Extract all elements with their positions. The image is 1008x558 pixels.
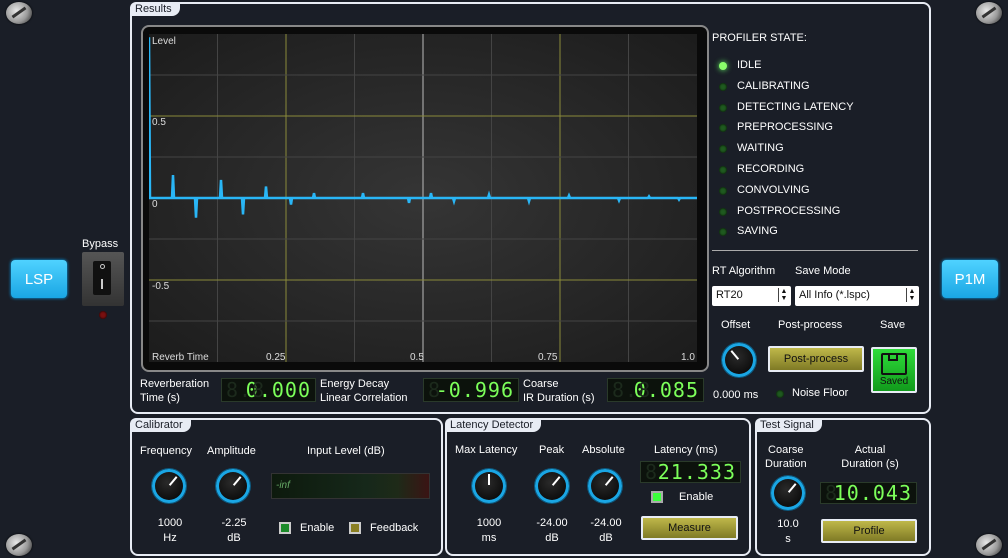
rt-algorithm-label: RT Algorithm [712,265,776,277]
input-level-value: -inf [276,480,290,491]
input-level-label: Input Level (dB) [307,445,385,457]
latency-ms-label: Latency (ms) [654,444,718,456]
results-title: Results [130,2,180,16]
amplitude-label: Amplitude [207,445,256,457]
y-tick-0: 0 [152,199,158,210]
offset-label: Offset [721,319,751,331]
state-label-recording: RECORDING [737,163,805,175]
save-button[interactable]: Saved [871,347,917,393]
frequency-label: Frequency [140,445,192,457]
latency-enable-label: Enable [679,491,714,503]
state-led-detecting-latency [719,103,727,112]
ir-duration-display: 8.8 0.085 [607,378,704,402]
calibrator-title: Calibrator [130,418,191,432]
peak-knob[interactable] [535,469,569,503]
state-label-postprocessing: POSTPROCESSING [737,204,841,217]
x-tick-0-75: 0.75 [538,352,558,362]
coarse-duration-label: Coarse Duration [765,444,807,470]
calibrator-enable-checkbox[interactable] [279,522,291,534]
feedback-label: Feedback [370,522,419,534]
state-label-convolving: CONVOLVING [737,183,810,196]
save-mode-label: Save Mode [795,265,851,277]
noise-floor-led [776,390,784,398]
test-signal-title: Test Signal [755,418,822,432]
state-led-postprocessing [719,207,727,216]
peak-value: -24.00 dB [536,517,568,544]
x-tick-0-25: 0.25 [266,352,286,362]
feedback-checkbox[interactable] [349,522,361,534]
ir-graph: Level 0.5 0 -0.5 Reverb Time 0.25 0.5 0.… [149,34,697,362]
state-led-calibrating [719,82,727,91]
x-tick-1-0: 1.0 [681,352,695,362]
select-arrows-icon: ▲ ▼ [906,288,917,302]
max-latency-value: 1000 ms [476,517,502,544]
y-tick-level: Level [152,36,176,47]
state-label-idle: IDLE [737,59,762,71]
profiler-state-title: PROFILER STATE: [712,32,807,44]
save-mode-select[interactable]: All Info (*.lspc) ▲ ▼ [795,286,919,306]
floppy-disk-icon [881,353,907,375]
latency-enable-checkbox[interactable] [651,491,663,503]
state-label-calibrating: CALIBRATING [737,79,810,92]
reverb-time-display: 8.8 0.000 [221,378,316,402]
state-label-preprocessing: PREPROCESSING [737,121,833,134]
screw-top-left [6,2,32,24]
state-led-idle [719,62,727,70]
calibrator-enable-label: Enable [300,522,335,534]
save-status-text: Saved [879,376,909,387]
reverb-time-label: Reverberation Time (s) [140,378,210,404]
rt-algorithm-select[interactable]: RT20 ▲ ▼ [712,286,791,306]
noise-floor-label: Noise Floor [792,387,849,399]
coarse-duration-value: 10.0 s [777,518,799,545]
screw-top-right [976,2,1002,24]
energy-decay-label: Energy Decay Linear Correlation [320,378,408,404]
energy-decay-display: 8 -0.996 [423,378,519,402]
screw-bottom-right [976,534,1002,556]
frequency-knob[interactable] [152,469,186,503]
p1m-logo-button[interactable]: P1M [942,260,998,298]
peak-label: Peak [539,444,565,456]
post-process-button[interactable]: Post-process [768,346,864,372]
offset-value: 0.000 ms [713,389,759,401]
select-arrows-icon: ▲ ▼ [778,288,789,302]
profile-button[interactable]: Profile [821,519,917,543]
y-tick-neg-0-5: -0.5 [152,281,170,292]
state-label-detecting-latency: DETECTING LATENCY [737,100,854,113]
lsp-logo-button[interactable]: LSP [11,260,67,298]
state-led-recording [719,166,727,174]
bypass-led [99,311,107,319]
absolute-label: Absolute [582,444,625,456]
offset-knob[interactable] [722,343,756,377]
input-level-meter: -inf [271,473,430,499]
latency-detector-title: Latency Detector [445,418,542,432]
state-led-convolving [719,186,727,195]
actual-duration-display: 8 10.043 [820,481,917,505]
amplitude-value: -2.25 dB [221,517,247,544]
amplitude-knob[interactable] [216,469,250,503]
x-tick-reverb-time: Reverb Time [152,352,209,362]
measure-button[interactable]: Measure [641,516,738,540]
save-label: Save [880,319,906,331]
screw-bottom-left [6,534,32,556]
absolute-value: -24.00 dB [590,517,622,544]
y-tick-0-5: 0.5 [152,117,166,128]
latency-ms-display: 8 21.333 [640,460,741,484]
post-process-label: Post-process [778,319,843,331]
bypass-switch[interactable] [82,252,124,306]
actual-duration-label: Actual Duration (s) [841,444,899,470]
max-latency-label: Max Latency [455,444,518,456]
bypass-label: Bypass [82,238,119,250]
coarse-duration-knob[interactable] [771,476,805,510]
state-label-saving: SAVING [737,225,778,238]
absolute-knob[interactable] [588,469,622,503]
ir-duration-label: Coarse IR Duration (s) [523,378,595,404]
state-label-waiting: WAITING [737,142,784,155]
profiler-divider [712,250,918,251]
frequency-value: 1000 Hz [157,517,183,544]
max-latency-knob[interactable] [472,469,506,503]
x-tick-0-5: 0.5 [410,352,424,362]
